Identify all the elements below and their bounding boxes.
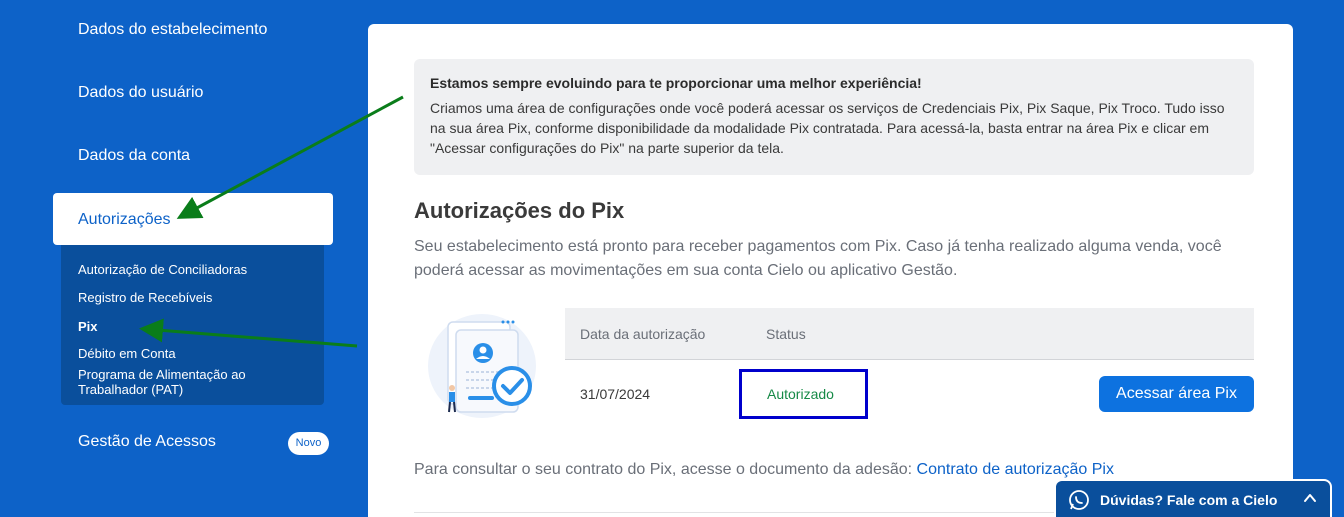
column-header-date: Data da autorização [580,326,706,342]
main-card: Estamos sempre evoluindo para te proporc… [368,24,1293,517]
chevron-up-icon[interactable] [1302,490,1318,506]
contract-text-label: Para consultar o seu contrato do Pix, ac… [414,461,917,478]
info-banner-title: Estamos sempre evoluindo para te proporc… [430,75,922,91]
submenu-item-conciliadoras[interactable]: Autorização de Conciliadoras [78,262,247,277]
help-chat-widget[interactable]: Dúvidas? Fale com a Cielo [1054,479,1332,517]
help-chat-label: Dúvidas? Fale com a Cielo [1100,492,1278,508]
sidebar-item-dados-usuario[interactable]: Dados do usuário [78,84,203,102]
submenu-item-pix[interactable]: Pix [78,319,98,334]
info-banner: Estamos sempre evoluindo para te proporc… [414,59,1254,175]
pix-authorization-illustration [428,314,536,418]
submenu-item-pat[interactable]: Programa de Alimentação ao Trabalhador (… [78,367,288,397]
page-description: Seu estabelecimento está pronto para rec… [414,238,1222,279]
sidebar-item-dados-estabelecimento[interactable]: Dados do estabelecimento [78,21,267,39]
sidebar: Dados do estabelecimento Dados do usuári… [0,0,368,517]
contract-text: Para consultar o seu contrato do Pix, ac… [414,461,1114,479]
table-header: Data da autorização Status [565,308,1254,360]
status-badge: Autorizado [767,386,834,402]
sidebar-submenu: Autorização de Conciliadoras Registro de… [61,245,324,405]
sidebar-item-autorizacoes[interactable]: Autorizações [53,193,333,245]
column-header-status: Status [766,326,806,342]
sidebar-item-gestao-acessos[interactable]: Gestão de Acessos [78,433,216,451]
status-highlight-box: Autorizado [739,369,868,419]
submenu-item-recebiveis[interactable]: Registro de Recebíveis [78,290,212,305]
submenu-item-debito-em-conta[interactable]: Débito em Conta [78,346,176,361]
authorization-table: Data da autorização Status 31/07/2024 Au… [565,308,1254,419]
contract-link[interactable]: Contrato de autorização Pix [917,461,1114,478]
access-pix-area-button[interactable]: Acessar área Pix [1099,376,1254,412]
info-banner-body: Criamos uma área de configurações onde v… [430,100,1225,156]
page-title: Autorizações do Pix [414,198,625,223]
sidebar-item-label: Autorizações [78,211,171,228]
authorization-date: 31/07/2024 [580,386,651,402]
whatsapp-icon [1069,490,1089,510]
sidebar-item-dados-conta[interactable]: Dados da conta [78,147,190,165]
new-badge: Novo [288,432,329,455]
